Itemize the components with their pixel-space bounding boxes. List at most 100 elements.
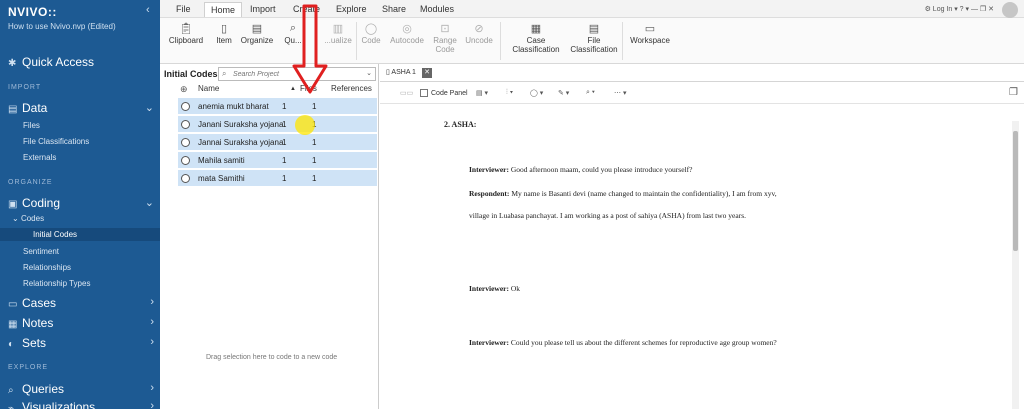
- transcript-paragraph: Interviewer: Could you please tell us ab…: [469, 338, 777, 347]
- column-references[interactable]: References: [331, 84, 372, 98]
- clipboard-button[interactable]: 📋︎ Clipboard: [166, 18, 206, 45]
- workspace-icon: ▭: [644, 23, 656, 35]
- nav-coding[interactable]: ▣ Coding ⌄: [8, 196, 154, 210]
- tab-file[interactable]: File: [176, 4, 191, 14]
- checkbox-icon[interactable]: [420, 89, 428, 97]
- nav-queries[interactable]: ⌕ Queries ›: [8, 382, 154, 396]
- references-count: 1: [312, 156, 317, 165]
- chevron-right-icon: ›: [150, 400, 154, 409]
- case-classification-button[interactable]: ▦ Case Classification: [504, 18, 568, 54]
- nav-relationships[interactable]: Relationships: [23, 263, 71, 272]
- table-row[interactable]: anemia mukt bharat 1 1: [178, 98, 377, 115]
- vertical-scrollbar[interactable]: [1012, 121, 1019, 409]
- column-name[interactable]: Name: [198, 84, 219, 98]
- section-organize: ORGANIZE: [8, 179, 53, 186]
- table-row[interactable]: mata Samithi 1 1: [178, 170, 377, 187]
- references-count: 1: [312, 174, 317, 183]
- code-node-icon: [181, 120, 190, 129]
- ribbon-divider: [622, 22, 623, 60]
- annotation-arrow-icon: [292, 4, 328, 94]
- ribbon-divider: [356, 22, 357, 60]
- zoom-icon[interactable]: ⌕ ▾: [586, 89, 595, 97]
- data-icon: ▤: [8, 104, 18, 115]
- format-icon[interactable]: ⫶ ▾: [506, 89, 513, 97]
- window-controls[interactable]: ⚙ Log In ▾ ? ▾ — ❐ ✕: [925, 5, 994, 13]
- nav-files[interactable]: Files: [23, 121, 40, 130]
- nav-visualizations[interactable]: ⌁ Visualizations ›: [8, 400, 154, 409]
- code-node-icon: [181, 138, 190, 147]
- chevron-right-icon: ›: [150, 296, 154, 308]
- active-row-highlight: [0, 228, 160, 241]
- tab-modules[interactable]: Modules: [420, 4, 454, 14]
- nav-sets[interactable]: ◐ Sets ›: [8, 336, 154, 350]
- files-count: 1: [282, 156, 287, 165]
- cursor-highlight: [295, 115, 315, 135]
- nav-externals[interactable]: Externals: [23, 153, 56, 162]
- quick-access-item[interactable]: ✱ Quick Access: [8, 55, 94, 69]
- nav-notes[interactable]: ▦ Notes ›: [8, 316, 154, 330]
- autocode-button[interactable]: ◎ Autocode: [387, 18, 427, 45]
- transcript-paragraph: Respondent: My name is Basanti devi (nam…: [469, 189, 777, 220]
- uncode-icon: ⊘: [474, 23, 484, 35]
- nav-file-classifications[interactable]: File Classifications: [23, 137, 89, 146]
- document-tab[interactable]: ▯ ASHA 1: [386, 68, 416, 76]
- section-import: IMPORT: [8, 84, 42, 91]
- ribbon-divider: [500, 22, 501, 60]
- more-icon[interactable]: ⋯ ▾: [614, 89, 626, 97]
- scrollbar-thumb[interactable]: [1013, 131, 1018, 251]
- document-tab-bar: ▯ ASHA 1 ✕: [380, 66, 1024, 82]
- pin-icon: ✱: [8, 58, 17, 69]
- chevron-down-icon[interactable]: ⌄: [366, 69, 372, 77]
- document-body[interactable]: 2. ASHA: Interviewer: Good afternoon maa…: [380, 105, 1010, 409]
- code-button[interactable]: ◯ Code: [359, 18, 383, 45]
- layout-icon[interactable]: ▤ ▾: [476, 89, 488, 97]
- range-code-button[interactable]: ⊡ Range Code: [430, 18, 460, 54]
- code-node-icon: [181, 102, 190, 111]
- code-name: mata Samithi: [198, 174, 245, 183]
- add-code-icon[interactable]: ⊕: [180, 84, 188, 98]
- edit-toggle-icon[interactable]: ▭▭: [400, 89, 413, 97]
- pen-icon[interactable]: ✎ ▾: [558, 89, 569, 97]
- code-node-icon: [181, 156, 190, 165]
- restore-window-icon[interactable]: ❐: [1009, 87, 1018, 98]
- tab-import[interactable]: Import: [250, 4, 276, 14]
- workspace-button[interactable]: ▭ Workspace: [626, 18, 674, 45]
- item-button[interactable]: ▯ Item: [212, 18, 236, 45]
- chevron-down-icon: ⌄: [144, 197, 154, 209]
- collapse-sidebar-icon[interactable]: ‹: [146, 4, 150, 16]
- avatar[interactable]: [1002, 2, 1018, 18]
- code-panel-toggle[interactable]: Code Panel: [420, 89, 468, 97]
- uncode-button[interactable]: ⊘ Uncode: [462, 18, 496, 45]
- notes-icon: ▦: [8, 319, 18, 330]
- nav-initial-codes[interactable]: Initial Codes: [33, 230, 77, 239]
- code-name: Janani Suraksha yojana: [198, 120, 284, 129]
- tab-home[interactable]: Home: [204, 2, 243, 17]
- table-row[interactable]: Mahila samiti 1 1: [178, 152, 377, 169]
- references-count: 1: [312, 138, 317, 147]
- table-row[interactable]: Janani Suraksha yojana 1 1: [178, 116, 377, 133]
- nav-data[interactable]: ▤ Data ⌄: [8, 101, 154, 115]
- search-icon: ⌕: [8, 385, 14, 396]
- code-name: anemia mukt bharat: [198, 102, 269, 111]
- nav-sentiment[interactable]: Sentiment: [23, 247, 59, 256]
- organize-icon: ▤: [251, 23, 263, 35]
- nav-cases[interactable]: ▭ Cases ›: [8, 296, 154, 310]
- drag-drop-hint[interactable]: Drag selection here to code to a new cod…: [206, 354, 337, 361]
- nav-relationship-types[interactable]: Relationship Types: [23, 279, 90, 288]
- table-row[interactable]: Jannai Suraksha yojana 1 1: [178, 134, 377, 151]
- file-classification-button[interactable]: ▤ File Classification: [562, 18, 626, 54]
- chevron-right-icon: ›: [150, 382, 154, 394]
- range-code-icon: ⊡: [440, 23, 450, 35]
- tab-share[interactable]: Share: [382, 4, 406, 14]
- tab-explore[interactable]: Explore: [336, 4, 367, 14]
- codes-list-pane: Initial Codes ⌕ ⌄ ⊕ Name ▲ Files Referen…: [160, 64, 379, 409]
- organize-button[interactable]: ▤ Organize: [238, 18, 276, 45]
- sets-icon: ◐: [8, 339, 15, 350]
- coding-icon: ▣: [8, 199, 18, 210]
- references-count: 1: [312, 102, 317, 111]
- autocode-icon: ◎: [402, 23, 412, 35]
- nav-codes[interactable]: ⌄ Codes: [12, 214, 44, 223]
- close-icon[interactable]: ✕: [422, 68, 432, 78]
- highlight-icon[interactable]: ◯ ▾: [530, 89, 543, 97]
- code-name: Jannai Suraksha yojana: [198, 138, 284, 147]
